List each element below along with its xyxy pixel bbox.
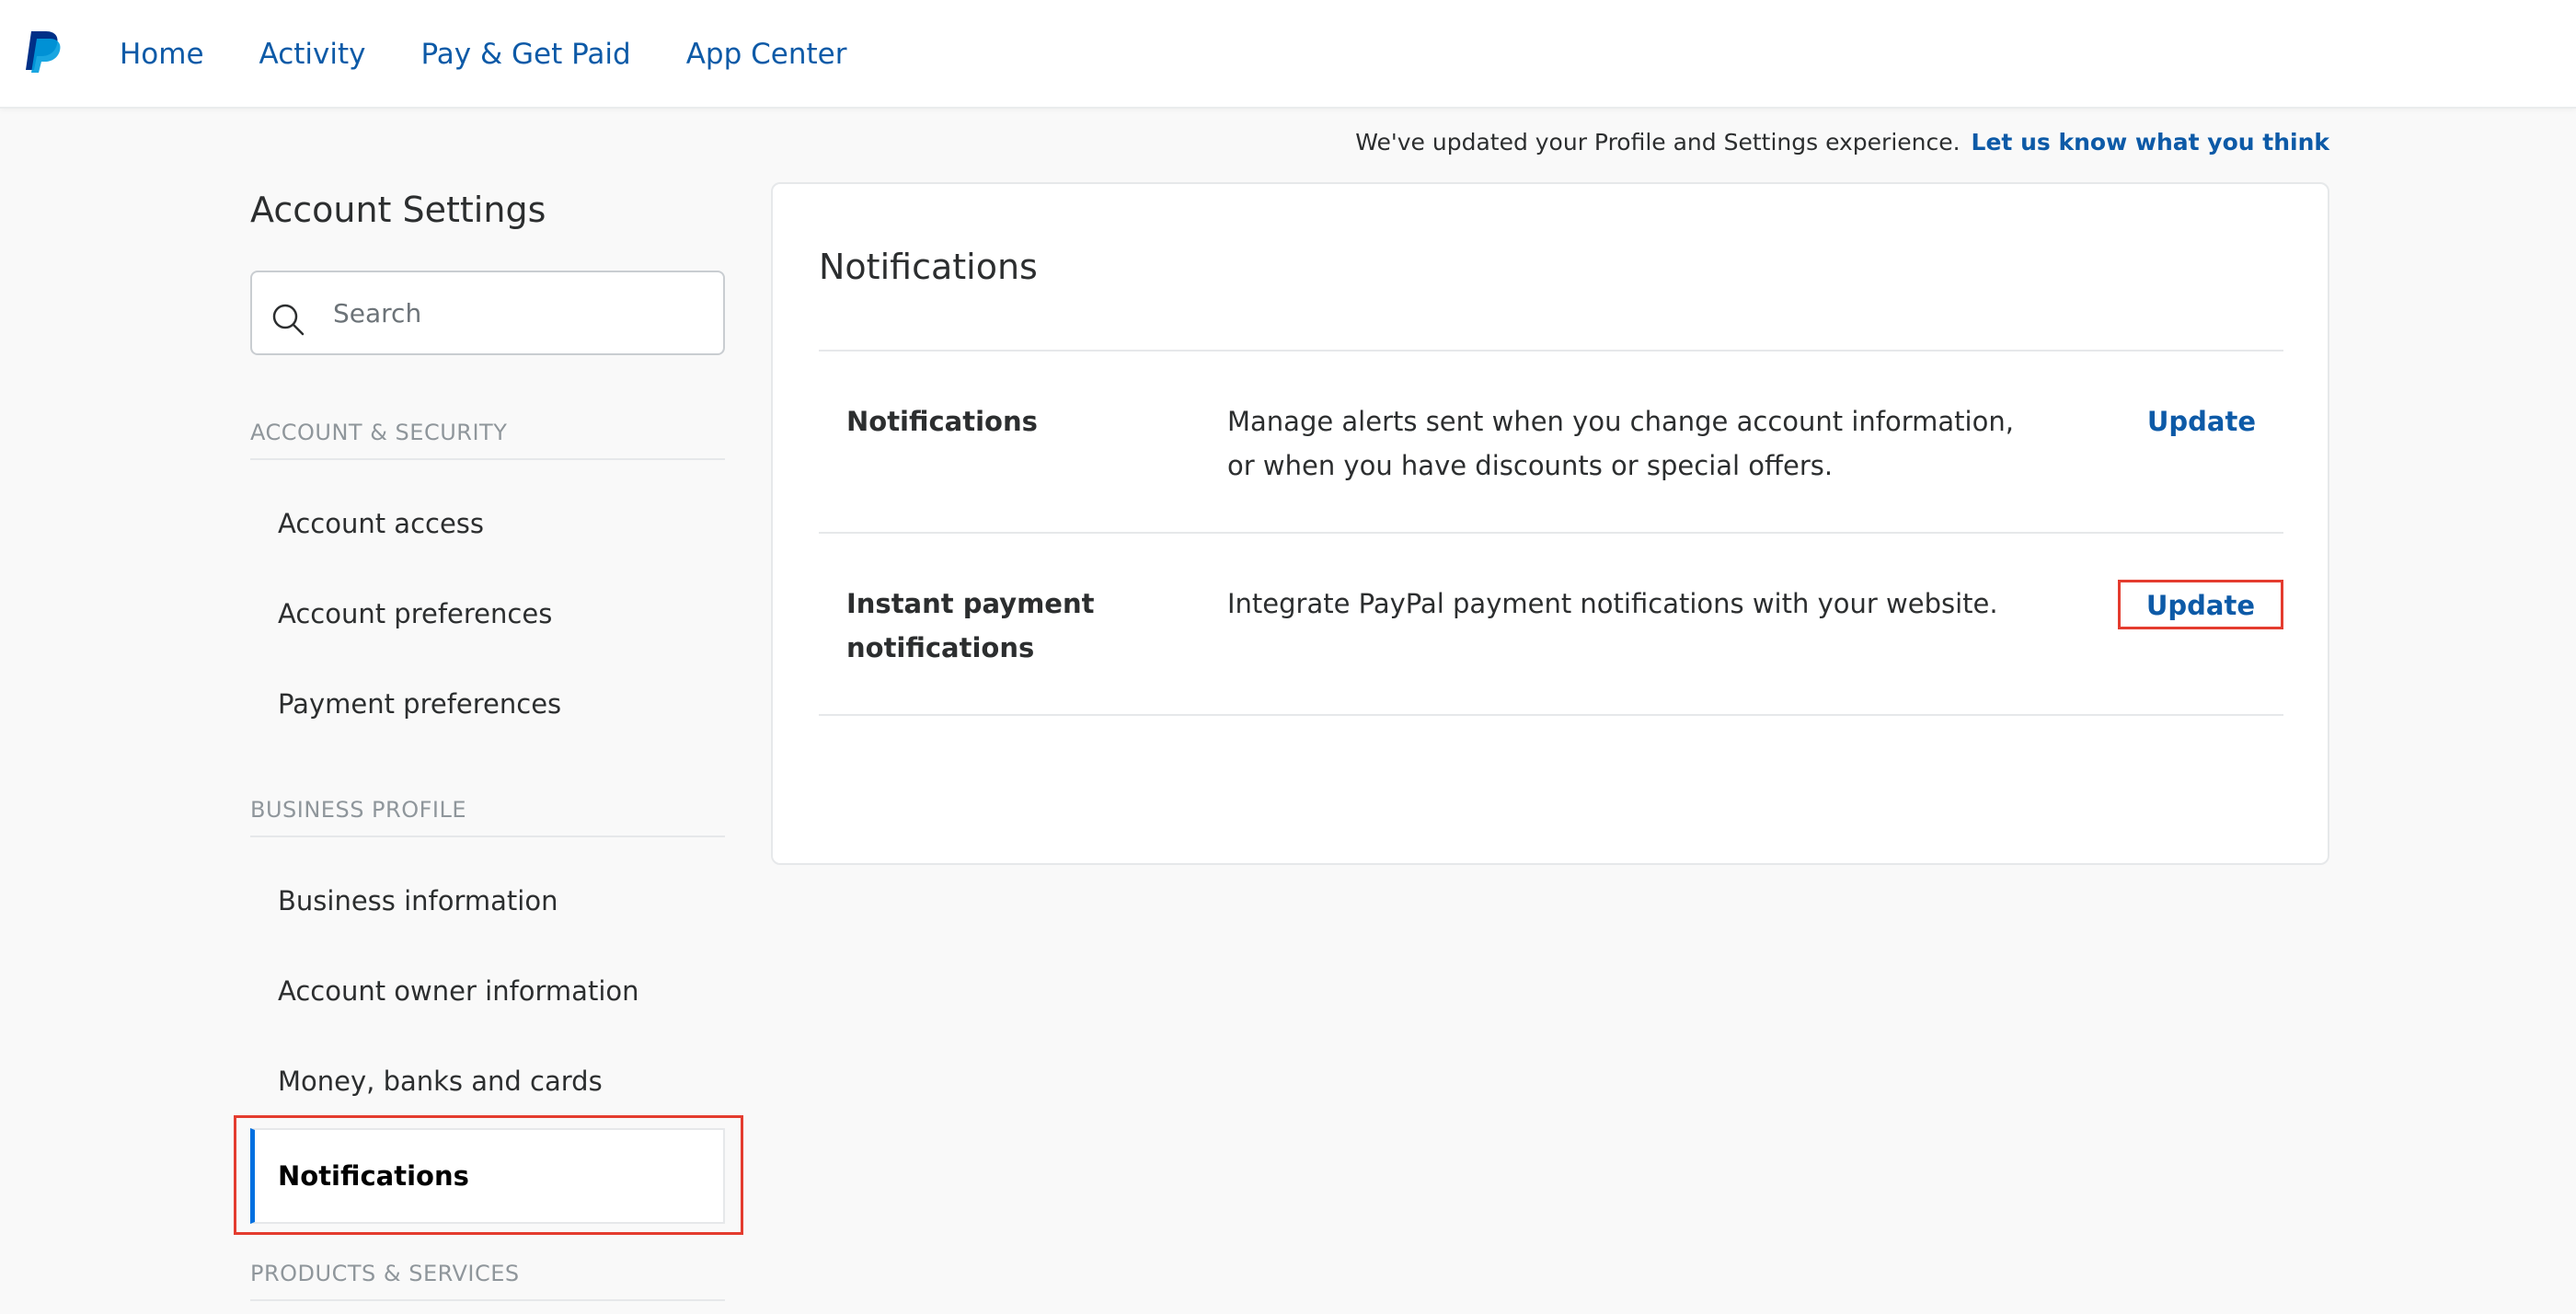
sidebar-item-notifications[interactable]: Notifications (250, 1128, 725, 1224)
row-description: Manage alerts sent when you change accou… (1227, 406, 2014, 481)
settings-sidebar: Account Settings ACCOUNT & SECURITY Acco… (234, 184, 743, 1301)
nav-item-pay-get-paid[interactable]: Pay & Get Paid (420, 38, 630, 71)
sidebar-item-money-banks-cards[interactable]: Money, banks and cards (250, 1036, 725, 1126)
notifications-card: Notifications Notifications Manage alert… (771, 182, 2329, 865)
active-item-wrapper: Notifications (234, 1115, 743, 1235)
sidebar-title: Account Settings (250, 190, 546, 230)
search-box[interactable] (250, 271, 725, 355)
feedback-banner: We've updated your Profile and Settings … (1355, 129, 2329, 156)
account-security-list: Account access Account preferences Payme… (250, 478, 725, 749)
settings-row-notifications: Notifications Manage alerts sent when yo… (819, 352, 2283, 534)
top-navigation: Home Activity Pay & Get Paid App Center (0, 0, 2576, 109)
section-label-business-profile: BUSINESS PROFILE (250, 797, 725, 837)
section-label-account-security: ACCOUNT & SECURITY (250, 420, 725, 460)
settings-row-instant-payment-notifications: Instant payment notifications Integrate … (819, 534, 2283, 716)
sidebar-item-account-preferences[interactable]: Account preferences (250, 569, 725, 659)
nav-item-activity[interactable]: Activity (259, 38, 366, 71)
business-profile-list: Business information Account owner infor… (234, 856, 743, 1235)
row-description: Integrate PayPal payment notifications w… (1227, 588, 1998, 619)
section-label-products-services: PRODUCTS & SERVICES (250, 1261, 725, 1301)
sidebar-item-account-owner-information[interactable]: Account owner information (250, 946, 725, 1036)
row-name: Instant payment notifications (846, 588, 1095, 663)
nav-item-home[interactable]: Home (120, 38, 204, 71)
nav-item-app-center[interactable]: App Center (686, 38, 847, 71)
paypal-logo[interactable] (22, 29, 63, 74)
sidebar-item-account-access[interactable]: Account access (250, 478, 725, 569)
sidebar-item-business-information[interactable]: Business information (250, 856, 725, 946)
update-ipn-link[interactable]: Update (2117, 580, 2283, 629)
nav-items: Home Activity Pay & Get Paid App Center (120, 0, 902, 109)
update-notifications-link[interactable]: Update (2147, 399, 2256, 444)
search-icon (272, 304, 305, 336)
search-input[interactable] (333, 272, 710, 353)
settings-rows: Notifications Manage alerts sent when yo… (819, 350, 2283, 716)
feedback-link[interactable]: Let us know what you think (1972, 129, 2329, 156)
sidebar-item-payment-preferences[interactable]: Payment preferences (250, 659, 725, 749)
page-title: Notifications (819, 247, 1038, 287)
row-name: Notifications (846, 406, 1038, 437)
feedback-text: We've updated your Profile and Settings … (1355, 129, 1961, 156)
